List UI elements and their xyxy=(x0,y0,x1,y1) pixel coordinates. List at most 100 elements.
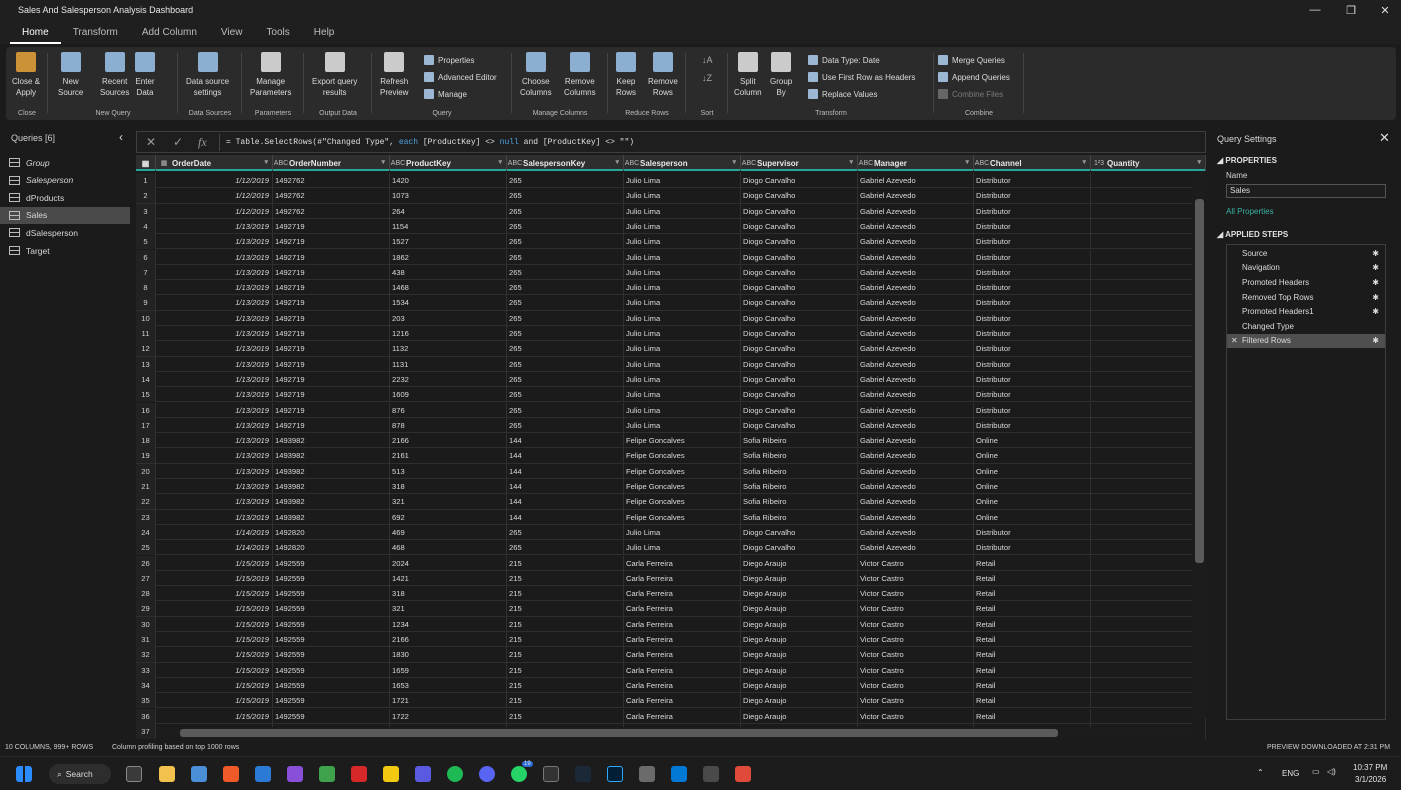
table-cell[interactable]: Retail xyxy=(974,677,1091,693)
table-cell[interactable] xyxy=(1091,524,1206,540)
table-cell[interactable] xyxy=(1091,173,1206,188)
vertical-scroll-thumb[interactable] xyxy=(1195,199,1204,563)
table-cell[interactable]: 1492719 xyxy=(273,417,390,433)
table-cell[interactable]: Carla Ferreira xyxy=(624,677,741,693)
table-cell[interactable]: 1493982 xyxy=(273,448,390,464)
tray-chevron-icon[interactable]: ⌃ xyxy=(1257,768,1264,777)
table-cell[interactable]: Diego Araujo xyxy=(741,632,858,647)
table-cell[interactable]: Diogo Carvalho xyxy=(741,264,858,280)
commit-icon[interactable]: ✓ xyxy=(173,135,183,149)
gear-icon[interactable]: ✱ xyxy=(1372,293,1379,302)
table-cell[interactable]: Carla Ferreira xyxy=(624,693,741,709)
row-number[interactable]: 3 xyxy=(136,203,156,219)
query-name-input[interactable]: Sales xyxy=(1226,184,1386,198)
table-cell[interactable] xyxy=(1091,203,1206,219)
row-number[interactable]: 30 xyxy=(136,616,156,632)
table-cell[interactable]: Julio Lima xyxy=(624,356,741,372)
row-number[interactable]: 25 xyxy=(136,540,156,556)
table-cell[interactable]: Retail xyxy=(974,570,1091,586)
table-cell[interactable]: 1721 xyxy=(390,693,507,709)
table-cell[interactable]: Diogo Carvalho xyxy=(741,218,858,234)
table-cell[interactable]: Julio Lima xyxy=(624,264,741,280)
table-cell[interactable]: Gabriel Azevedo xyxy=(858,280,974,296)
table-cell[interactable]: 1492559 xyxy=(273,632,390,647)
row-number[interactable]: 35 xyxy=(136,693,156,709)
table-cell[interactable]: 1/15/2019 xyxy=(156,570,273,586)
app-icon[interactable] xyxy=(703,766,719,782)
table-cell[interactable]: 1493982 xyxy=(273,463,390,479)
table-cell[interactable]: Diego Araujo xyxy=(741,601,858,617)
table-cell[interactable]: Victor Castro xyxy=(858,647,974,663)
app-icon[interactable] xyxy=(639,766,655,782)
table-cell[interactable]: Felipe Goncalves xyxy=(624,433,741,449)
table-cell[interactable]: 1/12/2019 xyxy=(156,188,273,204)
table-cell[interactable]: 1/15/2019 xyxy=(156,586,273,602)
choose-columns-button[interactable]: Choose Columns xyxy=(520,52,552,98)
table-cell[interactable]: 1216 xyxy=(390,326,507,341)
table-cell[interactable]: 1492719 xyxy=(273,341,390,357)
row-number[interactable]: 34 xyxy=(136,677,156,693)
table-cell[interactable]: 876 xyxy=(390,402,507,418)
table-cell[interactable]: Online xyxy=(974,509,1091,525)
table-cell[interactable]: Diogo Carvalho xyxy=(741,371,858,387)
table-cell[interactable]: Distributor xyxy=(974,341,1091,357)
menu-tab-help[interactable]: Help xyxy=(302,27,347,44)
column-type-icon[interactable]: ABC xyxy=(273,160,289,167)
column-type-icon[interactable]: ABC xyxy=(974,160,990,167)
table-cell[interactable] xyxy=(1091,509,1206,525)
table-cell[interactable]: Diego Araujo xyxy=(741,555,858,571)
table-cell[interactable]: 1493982 xyxy=(273,433,390,449)
query-item-sales[interactable]: Sales xyxy=(0,206,130,224)
row-number[interactable]: 26 xyxy=(136,555,156,571)
table-cell[interactable]: Carla Ferreira xyxy=(624,647,741,663)
table-cell[interactable]: Distributor xyxy=(974,218,1091,234)
applied-step-source[interactable]: Source ✱ xyxy=(1227,246,1385,261)
data-source-settings-button[interactable]: Data source settings xyxy=(186,52,229,98)
table-cell[interactable]: Julio Lima xyxy=(624,387,741,403)
table-cell[interactable]: 1492559 xyxy=(273,662,390,678)
maximize-button[interactable]: ❐ xyxy=(1336,0,1366,20)
table-cell[interactable]: 1/15/2019 xyxy=(156,632,273,647)
row-number[interactable]: 5 xyxy=(136,234,156,250)
export-query-results-button[interactable]: Export query results xyxy=(312,52,357,98)
table-cell[interactable]: Victor Castro xyxy=(858,616,974,632)
table-cell[interactable]: 321 xyxy=(390,494,507,510)
table-cell[interactable]: Carla Ferreira xyxy=(624,708,741,724)
table-cell[interactable]: 1493982 xyxy=(273,494,390,510)
photoshop-icon[interactable] xyxy=(607,766,623,782)
sort-descending-icon[interactable]: ↓Z xyxy=(702,73,712,83)
table-cell[interactable]: 1492719 xyxy=(273,326,390,341)
applied-step-filtered-rows[interactable]: ✕ Filtered Rows ✱ xyxy=(1227,333,1385,349)
table-cell[interactable] xyxy=(1091,616,1206,632)
column-filter-dropdown-icon[interactable]: ▾ xyxy=(1197,158,1201,166)
table-cell[interactable]: 1862 xyxy=(390,249,507,265)
table-cell[interactable]: 1073 xyxy=(390,188,507,204)
table-cell[interactable] xyxy=(1091,555,1206,571)
menu-tab-transform[interactable]: Transform xyxy=(61,27,130,44)
table-cell[interactable]: 2024 xyxy=(390,555,507,571)
table-cell[interactable]: 1/13/2019 xyxy=(156,433,273,449)
table-cell[interactable]: Distributor xyxy=(974,203,1091,219)
table-cell[interactable]: Diogo Carvalho xyxy=(741,173,858,188)
table-cell[interactable]: 1468 xyxy=(390,280,507,296)
gear-icon[interactable]: ✱ xyxy=(1372,278,1379,287)
spotify-icon[interactable] xyxy=(447,766,463,782)
table-cell[interactable]: Gabriel Azevedo xyxy=(858,310,974,326)
table-cell[interactable]: Victor Castro xyxy=(858,555,974,571)
table-cell[interactable]: Julio Lima xyxy=(624,371,741,387)
table-cell[interactable]: 1492762 xyxy=(273,188,390,204)
table-cell[interactable]: Gabriel Azevedo xyxy=(858,188,974,204)
table-cell[interactable]: Diego Araujo xyxy=(741,677,858,693)
row-number[interactable]: 27 xyxy=(136,570,156,586)
column-header-productkey[interactable]: ABC ProductKey ▾ xyxy=(390,155,507,171)
table-cell[interactable]: Distributor xyxy=(974,540,1091,556)
table-cell[interactable]: 1/13/2019 xyxy=(156,494,273,510)
data-type-date-button[interactable]: Data Type: Date xyxy=(808,53,880,67)
gear-icon[interactable]: ✱ xyxy=(1372,336,1379,345)
row-number[interactable]: 12 xyxy=(136,341,156,357)
table-cell[interactable]: Distributor xyxy=(974,249,1091,265)
table-cell[interactable]: 144 xyxy=(507,433,624,449)
table-cell[interactable]: Retail xyxy=(974,616,1091,632)
table-cell[interactable] xyxy=(1091,218,1206,234)
applied-step-navigation[interactable]: Navigation ✱ xyxy=(1227,261,1385,276)
